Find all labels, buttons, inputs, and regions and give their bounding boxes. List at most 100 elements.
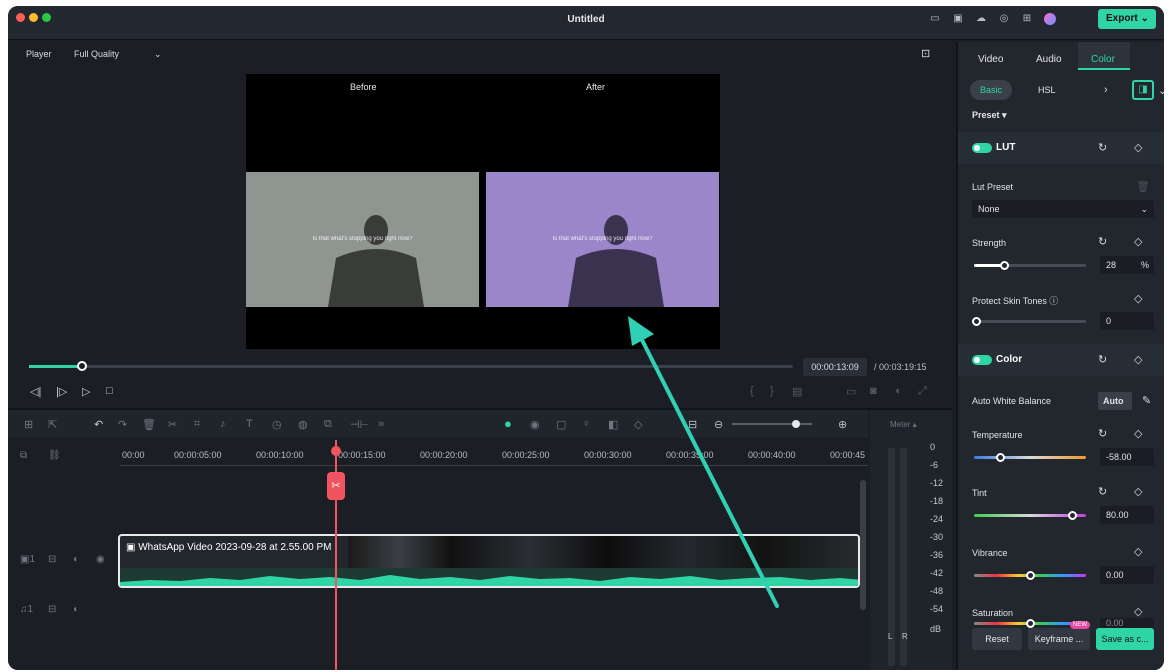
speed-icon[interactable]: ◷ [272, 418, 282, 431]
snapshot-icon[interactable]: ▤ [792, 385, 802, 398]
headset-icon[interactable]: ◎ [998, 13, 1010, 25]
transform-icon[interactable]: ⊣⊢ [350, 418, 369, 431]
sticker-icon[interactable]: ◧ [608, 418, 618, 431]
keyframe-diamond-icon[interactable]: ◇ [1134, 141, 1142, 154]
mark-out-icon[interactable]: } [770, 385, 774, 397]
keyframe-diamond-icon[interactable]: ◇ [1134, 353, 1142, 366]
zoom-slider-handle[interactable] [792, 420, 800, 428]
vibrance-slider-handle[interactable] [1026, 571, 1035, 580]
chevron-right-icon[interactable]: › [1104, 84, 1108, 96]
reset-icon[interactable]: ↻ [1098, 235, 1107, 248]
tint-value[interactable]: 80.00 [1100, 506, 1154, 524]
strength-value[interactable]: 28% [1100, 256, 1154, 274]
scrubber-handle[interactable] [77, 361, 88, 371]
strength-slider-handle[interactable] [1000, 261, 1010, 270]
cut-icon[interactable]: ✂ [168, 418, 177, 431]
eye-icon[interactable]: ◉ [96, 554, 105, 565]
lut-preset-dropdown[interactable]: None ⌄ [972, 200, 1154, 218]
mark-in-icon[interactable]: { [750, 385, 754, 397]
chevron-down-icon[interactable]: ⌄ [1158, 84, 1164, 97]
mute-icon[interactable]: ◖ [72, 554, 78, 565]
lock-icon[interactable]: ⊟ [48, 554, 56, 565]
select-icon[interactable]: ⇱ [48, 418, 57, 431]
compare-view-button[interactable]: ◨ [1132, 80, 1154, 100]
add-track-icon[interactable]: ⧉ [20, 450, 27, 461]
layout-icon[interactable]: ▭ [929, 13, 941, 25]
temperature-value[interactable]: -58.00 [1100, 448, 1154, 466]
layout-grid-icon[interactable]: ⊞ [24, 418, 33, 431]
time-ruler[interactable]: 00:00 00:00:05:00 00:00:10:00 00:00:15:0… [120, 444, 868, 466]
keyframe-diamond-icon[interactable]: ◇ [1134, 235, 1142, 248]
grid-icon[interactable]: ⊞ [1021, 13, 1033, 25]
quality-select[interactable]: Full Quality [74, 49, 119, 59]
tab-color[interactable]: Color [1091, 54, 1115, 65]
reset-icon[interactable]: ↻ [1098, 141, 1107, 154]
cloud-icon[interactable]: ☁ [975, 13, 987, 25]
fullscreen-icon[interactable]: ⤢ [918, 385, 927, 398]
ai-icon[interactable]: ● [504, 416, 512, 431]
temperature-slider-handle[interactable] [996, 453, 1005, 462]
stop-icon[interactable]: □ [106, 385, 113, 397]
trash-icon[interactable]: 🗑 [1136, 180, 1150, 193]
display-icon[interactable]: ▭ [846, 385, 856, 398]
zoom-in-icon[interactable]: ⊕ [838, 418, 847, 431]
skin-value[interactable]: 0 [1100, 312, 1154, 330]
keyframe-button[interactable]: Keyframe ... [1028, 628, 1090, 650]
timeline-scrollbar[interactable] [860, 480, 866, 610]
video-clip[interactable]: ▣ WhatsApp Video 2023-09-28 at 2.55.00 P… [118, 534, 860, 588]
audio-split-icon[interactable]: ♪ [220, 418, 226, 430]
link-icon[interactable]: ⛓ [48, 450, 61, 461]
scope-icon[interactable]: ⊡ [921, 47, 930, 60]
undo-icon[interactable]: ↶ [94, 418, 103, 431]
tint-slider-handle[interactable] [1068, 511, 1077, 520]
previous-frame-icon[interactable]: ◁| [30, 385, 41, 398]
volume-icon[interactable]: ◖ [894, 385, 901, 397]
reset-icon[interactable]: ↻ [1098, 485, 1107, 498]
preset-label[interactable]: Preset ▾ [972, 110, 1007, 121]
auto-wb-button[interactable]: Auto [1098, 392, 1132, 410]
play-icon[interactable]: ▷ [82, 385, 90, 398]
redo-icon[interactable]: ↷ [118, 418, 127, 431]
tab-audio[interactable]: Audio [1036, 54, 1062, 65]
text-icon[interactable]: T [246, 418, 253, 430]
color-icon[interactable]: ◍ [298, 418, 308, 431]
skin-slider-handle[interactable] [972, 317, 981, 326]
temperature-slider[interactable] [974, 456, 1086, 459]
lock-icon[interactable]: ⊟ [48, 604, 56, 615]
avatar-icon[interactable] [1044, 13, 1056, 25]
playhead-cut-handle[interactable]: ✂ [327, 472, 345, 500]
export-button[interactable]: Export ⌄ [1098, 9, 1156, 29]
saturation-slider-handle[interactable] [1026, 619, 1035, 628]
fit-icon[interactable]: ⊟ [688, 418, 697, 431]
delete-icon[interactable]: 🗑 [142, 418, 156, 431]
shield-icon[interactable]: ▢ [556, 418, 566, 431]
playback-scrubber[interactable] [29, 361, 793, 371]
keyframe-diamond-icon[interactable]: ◇ [1134, 485, 1142, 498]
more-tools-icon[interactable]: » [378, 418, 384, 430]
lut-toggle[interactable] [972, 143, 992, 153]
eyedropper-icon[interactable]: ✎ [1142, 394, 1151, 407]
mute-icon[interactable]: ◖ [72, 604, 78, 615]
saturation-value[interactable]: 0.00 [1100, 618, 1154, 628]
marker-icon[interactable]: ◇ [634, 418, 642, 431]
reset-icon[interactable]: ↻ [1098, 427, 1107, 440]
playhead-top[interactable] [331, 446, 341, 456]
reset-icon[interactable]: ↻ [1098, 353, 1107, 366]
skin-slider[interactable] [974, 320, 1086, 323]
crop-icon[interactable]: ⌗ [194, 418, 200, 431]
zoom-out-icon[interactable]: ⊖ [714, 418, 723, 431]
mic-icon[interactable]: ♀ [582, 418, 590, 430]
next-frame-icon[interactable]: |▷ [56, 385, 67, 398]
record-icon[interactable]: ◉ [530, 418, 540, 431]
keyframe-diamond-icon[interactable]: ◇ [1134, 427, 1142, 440]
camera-icon[interactable]: ◙ [870, 385, 877, 397]
reset-button[interactable]: Reset [972, 628, 1022, 650]
vibrance-value[interactable]: 0.00 [1100, 566, 1154, 584]
save-as-custom-button[interactable]: Save as c... [1096, 628, 1154, 650]
subtab-basic[interactable]: Basic [970, 80, 1013, 100]
tab-video[interactable]: Video [978, 54, 1003, 65]
keyframe-diamond-icon[interactable]: ◇ [1134, 292, 1142, 305]
effects-icon[interactable]: ⧉ [324, 418, 332, 431]
color-toggle[interactable] [972, 355, 992, 365]
zoom-slider[interactable] [732, 423, 812, 425]
